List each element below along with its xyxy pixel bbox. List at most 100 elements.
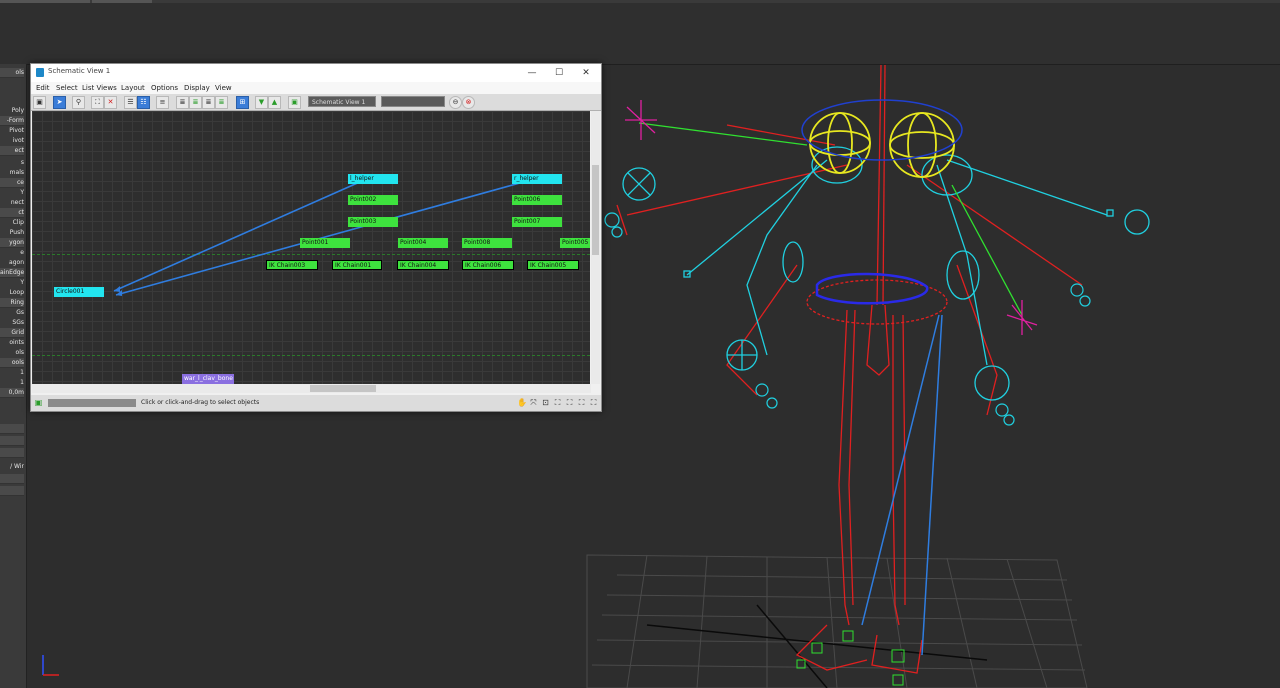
menu-edit[interactable]: Edit [36, 84, 50, 92]
schematic-canvas[interactable]: l_helper r_helper Point002 Point006 Point003… [32, 111, 590, 384]
preferences-icon[interactable]: ▣ [288, 96, 301, 109]
delete-icon[interactable]: ✕ [104, 96, 117, 109]
menu-select[interactable]: Select [56, 84, 78, 92]
command-panel-item[interactable]: agon [0, 258, 24, 267]
zoom-region-icon[interactable]: ⊡ [541, 398, 550, 407]
schematic-node-point004[interactable]: Point004 [398, 238, 448, 248]
display-floater-icon[interactable]: ▣ [33, 96, 46, 109]
window-titlebar[interactable]: Schematic View 1 — ☐ ✕ [31, 64, 601, 82]
command-panel-button[interactable] [0, 486, 24, 496]
zoom-extents-selected-icon[interactable]: ⛶ [565, 398, 574, 407]
schematic-node-ik-chain003[interactable]: IK Chain003 [266, 260, 318, 270]
zoom-icon[interactable]: ⤧ [529, 398, 538, 407]
command-panel-button[interactable] [0, 424, 24, 434]
view-name-field[interactable]: Schematic View 1 [308, 96, 376, 107]
schematic-node-war_l_clav_bone[interactable]: war_l_clav_bone [182, 374, 234, 384]
command-panel-item[interactable]: ools [0, 358, 24, 368]
schematic-node-ik-chain001[interactable]: IK Chain001 [332, 260, 382, 270]
expand-icon[interactable]: ▲ [268, 96, 281, 109]
hierarchy-mode-icon[interactable]: ☰ [124, 96, 137, 109]
command-panel-item[interactable]: ols [0, 348, 24, 357]
command-panel-item[interactable]: ct [0, 208, 24, 218]
connect-icon[interactable]: ⚲ [72, 96, 85, 109]
status-field[interactable] [48, 399, 136, 407]
command-panel-item[interactable]: 1 [0, 368, 24, 377]
command-panel-item[interactable]: / Wir [0, 462, 24, 471]
command-panel-item[interactable]: SGs [0, 318, 24, 327]
command-panel-item[interactable]: mals [0, 168, 24, 177]
command-panel-item[interactable]: Gs [0, 308, 24, 317]
schematic-node-ik-chain005[interactable]: IK Chain005 [527, 260, 579, 270]
command-panel-item[interactable]: Grid [0, 328, 24, 338]
vertical-scrollbar[interactable] [591, 111, 600, 384]
command-panel-item[interactable]: ygon [0, 238, 24, 248]
arrange-icon[interactable]: ⊞ [236, 96, 249, 109]
command-panel-item[interactable]: Ring [0, 298, 24, 308]
command-panel-item[interactable]: ivot [0, 136, 24, 145]
schematic-node-l_helper[interactable]: l_helper [348, 174, 398, 184]
schematic-node-point001[interactable]: Point001 [300, 238, 350, 248]
pan-icon[interactable]: ✋ [517, 398, 527, 407]
zoom-extents-icon[interactable]: ⛶ [553, 398, 562, 407]
pan-to-selected-icon[interactable]: ⛶ [577, 398, 586, 407]
schematic-node-ik-chain006[interactable]: IK Chain006 [462, 260, 514, 270]
schematic-view-window[interactable]: Schematic View 1 — ☐ ✕ Edit Select List … [30, 63, 602, 412]
references-mode-icon[interactable]: ☷ [137, 96, 150, 109]
menu-view[interactable]: View [215, 84, 232, 92]
scroll-thumb[interactable] [592, 165, 599, 255]
schematic-node-point005[interactable]: Point005 [560, 238, 590, 248]
command-panel-item[interactable]: Clip [0, 218, 24, 227]
schematic-node-point008[interactable]: Point008 [462, 238, 512, 248]
schematic-node-point007[interactable]: Point007 [512, 217, 562, 227]
command-panel-item[interactable]: ect [0, 146, 24, 156]
minimize-button[interactable]: — [522, 66, 542, 80]
menu-layout[interactable]: Layout [121, 84, 145, 92]
command-panel-item[interactable]: Pivot [0, 126, 24, 135]
command-panel-item[interactable]: s [0, 158, 24, 167]
schematic-node-point003[interactable]: Point003 [348, 217, 398, 227]
remove-bookmark-icon[interactable]: ⊗ [462, 96, 475, 109]
command-panel-item[interactable] [0, 414, 24, 423]
horizontal-scrollbar[interactable] [32, 384, 591, 393]
command-panel-item[interactable]: ce [0, 178, 24, 188]
command-panel-item[interactable]: nect [0, 198, 24, 207]
schematic-node-circle001[interactable]: Circle001 [54, 287, 104, 297]
command-panel-item[interactable]: e [0, 248, 24, 257]
command-panel-item[interactable]: 0,0m [0, 388, 24, 398]
hide-icon[interactable]: ≡ [156, 96, 169, 109]
fit-icon[interactable]: ⛶ [589, 398, 598, 407]
command-panel-item[interactable]: Y [0, 188, 24, 197]
schematic-node-point002[interactable]: Point002 [348, 195, 398, 205]
maximize-button[interactable]: ☐ [549, 66, 569, 80]
menu-list-views[interactable]: List Views [82, 84, 117, 92]
schematic-node-point006[interactable]: Point006 [512, 195, 562, 205]
schematic-node-r_helper[interactable]: r_helper [512, 174, 562, 184]
command-panel-item[interactable]: 1 [0, 378, 24, 387]
command-panel-item[interactable]: ainEdge [0, 268, 24, 278]
menu-display[interactable]: Display [184, 84, 210, 92]
align-center-icon[interactable]: ≣ [189, 96, 202, 109]
command-panel-item[interactable]: -Form [0, 116, 24, 126]
bookmark-dropdown[interactable] [381, 96, 445, 107]
schematic-node-ik-chain004[interactable]: IK Chain004 [397, 260, 449, 270]
close-button[interactable]: ✕ [576, 66, 596, 80]
tab-segment[interactable] [0, 0, 90, 3]
unlink-selected-icon[interactable]: ⛶ [91, 96, 104, 109]
scroll-thumb[interactable] [310, 385, 376, 392]
align-right-icon[interactable]: ≣ [202, 96, 215, 109]
command-panel-item[interactable]: ols [0, 68, 24, 78]
command-panel-item[interactable]: Loop [0, 288, 24, 297]
collapse-icon[interactable]: ▼ [255, 96, 268, 109]
command-panel-button[interactable] [0, 474, 24, 484]
align-top-icon[interactable]: ≣ [215, 96, 228, 109]
command-panel-item[interactable]: Y [0, 278, 24, 287]
command-panel-button[interactable] [0, 448, 24, 458]
command-panel-item[interactable] [0, 82, 24, 91]
command-panel-item[interactable]: Push [0, 228, 24, 237]
align-left-icon[interactable]: ≣ [176, 96, 189, 109]
zoom-selected-icon[interactable]: ⊖ [449, 96, 462, 109]
command-panel-button[interactable] [0, 436, 24, 446]
tab-segment[interactable] [92, 0, 152, 3]
select-icon[interactable]: ➤ [53, 96, 66, 109]
command-panel-item[interactable]: oints [0, 338, 24, 347]
